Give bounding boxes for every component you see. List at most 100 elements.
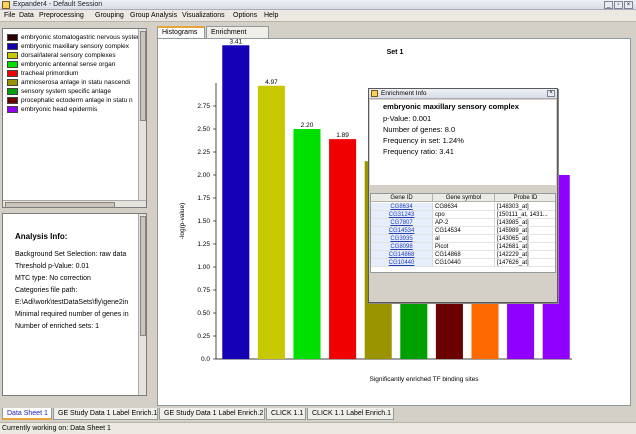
probe-id-cell: [143985_at] [495,219,555,227]
window-title: Expander4 - Default Session [13,1,103,8]
bar-value-label: 2.20 [301,122,314,129]
tab-ge-study-enrich-2[interactable]: GE Study Data 1 Label Enrich.2 [159,408,265,420]
column-header-gene-symbol[interactable]: Gene symbol [433,194,495,202]
analysis-line: Categories file path: [15,287,78,294]
menu-grouping[interactable]: Grouping [95,10,124,22]
y-tick-label: 1.50 [197,218,210,225]
gene-id-link[interactable]: CG14868 [371,251,433,259]
legend-swatch [7,70,18,77]
number-of-genes: Number of genes: 8.0 [383,125,456,134]
gene-table: Gene ID Gene symbol Probe ID CG8634 CG863… [370,193,556,273]
gene-id-link[interactable]: CG10440 [371,259,433,267]
legend-swatch [7,106,18,113]
gene-symbol-cell: AP-2 [433,219,495,227]
legend-swatch [7,97,18,104]
app-icon [2,1,10,9]
p-value: p-Value: 0.001 [383,114,432,123]
bar [293,129,321,359]
maximize-button[interactable]: ▫ [614,1,623,9]
analysis-line: MTC type: No correction [15,275,91,282]
panel-splitter[interactable] [150,24,154,408]
scrollbar-thumb[interactable] [140,216,146,336]
column-header-gene-id[interactable]: Gene ID [371,194,433,202]
tab-click-enrich-1[interactable]: CLICK 1.1 Label Enrich.1 [307,408,394,420]
legend-label: amnioserosa anlage in statu nascendi [21,79,131,86]
legend-label: embryonic stomatogastric nervous system [21,34,143,41]
y-tick-label: 1.25 [197,241,210,248]
gene-symbol-cell: CG8634 [433,203,495,211]
gene-id-link[interactable]: CG14534 [371,227,433,235]
gene-id-link[interactable]: CG31243 [371,211,433,219]
menu-bar: File Data Preprocessing Grouping Group A… [0,10,636,22]
probe-id-cell: [150111_at, 1431... [495,211,555,219]
legend-item[interactable]: dorsal/lateral sensory complexes [7,51,146,60]
y-axis-label: -log(p-value) [179,203,186,240]
y-tick-label: 0.50 [197,310,210,317]
legend-swatch [7,52,18,59]
legend-item[interactable]: tracheal primordium [7,69,146,78]
data-sheet-tabs: Data Sheet 1 GE Study Data 1 Label Enric… [0,408,636,422]
frequency-in-set: Frequency in set: 1.24% [383,136,464,145]
legend-horizontal-scrollbar[interactable] [3,200,146,207]
tab-data-sheet-1[interactable]: Data Sheet 1 [2,408,52,420]
legend-label: sensory system specific anlage [21,88,111,95]
menu-visualizations[interactable]: Visualizations [182,10,225,22]
menu-data[interactable]: Data [19,10,34,22]
legend-item[interactable]: sensory system specific anlage [7,87,146,96]
menu-file[interactable]: File [4,10,15,22]
analysis-line: Minimal required number of genes in [15,311,129,318]
legend-label: tracheal primordium [21,70,79,77]
gene-id-link[interactable]: CG3935 [371,235,433,243]
legend-item[interactable]: amnioserosa anlage in statu nascendi [7,78,146,87]
tab-ge-study-enrich-1[interactable]: GE Study Data 1 Label Enrich.1 [53,408,158,420]
legend-item[interactable]: embryonic head epidermis [7,105,146,114]
bar [329,139,357,359]
y-tick-label: 0.25 [197,333,210,340]
dialog-close-button[interactable]: × [547,90,555,97]
menu-help[interactable]: Help [264,10,278,22]
gene-symbol-cell: CG10440 [433,259,495,267]
legend-item[interactable]: embryonic antennal sense organ [7,60,146,69]
dialog-title: Enrichment Info [381,90,427,97]
gene-id-link[interactable]: CG8098 [371,243,433,251]
y-tick-label: 1.00 [197,264,210,271]
y-tick-label: 0.0 [201,356,210,363]
legend-item[interactable]: embryonic maxillary sensory complex [7,42,146,51]
y-tick-label: 2.00 [197,172,210,179]
gene-symbol-cell: CG14868 [433,251,495,259]
close-button[interactable]: × [624,1,633,9]
y-tick-label: 0.75 [197,287,210,294]
legend-vertical-scrollbar[interactable] [138,29,146,200]
scrollbar-thumb[interactable] [5,202,115,207]
tab-click-1-1[interactable]: CLICK 1.1 [266,408,306,420]
legend-item[interactable]: embryonic stomatogastric nervous system [7,33,146,42]
x-axis-label: Significantly enriched TF binding sites [370,376,480,383]
analysis-title: Analysis Info: [15,232,68,241]
bar [257,85,285,359]
tab-enrichment-table[interactable]: Enrichment Table [206,26,269,47]
legend-label: procephalic ectoderm anlage in statu n [21,97,133,104]
legend-panel: embryonic stomatogastric nervous system … [2,28,147,208]
legend-swatch [7,61,18,68]
scrollbar-thumb[interactable] [140,31,146,121]
menu-preprocessing[interactable]: Preprocessing [39,10,84,22]
legend-item[interactable]: procephalic ectoderm anlage in statu n [7,96,146,105]
app-icon [371,90,378,97]
probe-id-cell: [147626_at] [495,259,555,267]
legend-label: embryonic head epidermis [21,106,98,113]
analysis-vertical-scrollbar[interactable] [138,214,146,395]
legend-swatch [7,43,18,50]
frequency-ratio: Frequency ratio: 3.41 [383,147,454,156]
minimize-button[interactable]: _ [604,1,613,9]
gene-id-link[interactable]: CG7807 [371,219,433,227]
menu-options[interactable]: Options [233,10,257,22]
probe-id-cell: [142681_at] [495,243,555,251]
gene-id-link[interactable]: CG8634 [371,203,433,211]
analysis-line: E:\Adi\work\testDataSets\fly\gene2in [15,299,129,306]
y-tick-label: 2.25 [197,149,210,156]
menu-group-analysis[interactable]: Group Analysis [130,10,177,22]
bar-value-label: 4.97 [265,79,278,86]
legend-label: embryonic maxillary sensory complex [21,43,130,50]
enrichment-info: embryonic maxillary sensory complex p-Va… [370,100,556,185]
column-header-probe-id[interactable]: Probe ID [495,194,555,202]
